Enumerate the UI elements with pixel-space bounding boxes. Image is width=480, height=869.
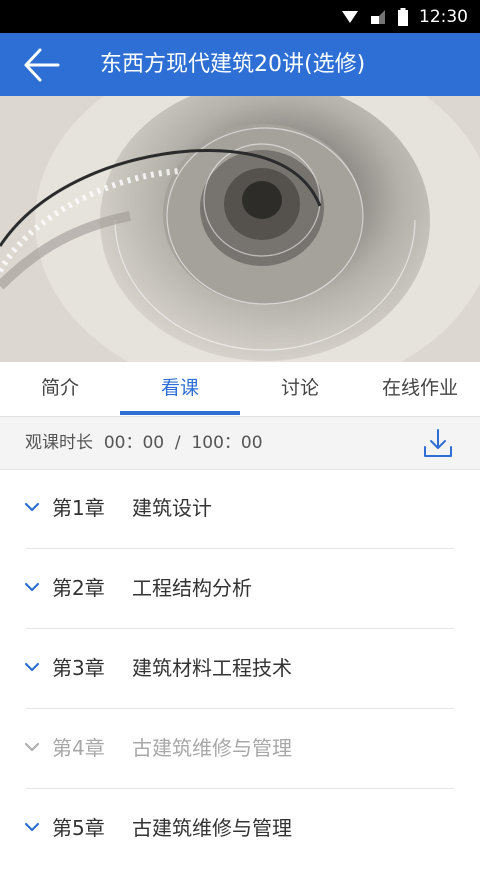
chevron-down-icon xyxy=(24,662,40,672)
page-title: 东西方现代建筑20讲(选修) xyxy=(100,52,366,77)
chapter-item-3[interactable]: 第3章 建筑材料工程技术 xyxy=(0,629,480,709)
duration-total: 100：00 xyxy=(191,433,263,453)
chapter-title: 古建筑维修与管理 xyxy=(132,816,292,840)
status-bar: 12:30 xyxy=(0,0,480,33)
chapter-title: 建筑材料工程技术 xyxy=(132,656,292,680)
tab-intro[interactable]: 简介 xyxy=(0,362,120,416)
wifi-icon xyxy=(342,10,358,23)
watch-duration-bar: 观课时长 00：00 / 100：00 xyxy=(0,417,480,470)
tab-watch[interactable]: 看课 xyxy=(120,362,240,416)
chapter-number: 第3章 xyxy=(52,656,105,680)
duration-separator: / xyxy=(174,433,181,453)
chevron-down-icon xyxy=(24,582,40,592)
app-bar: 东西方现代建筑20讲(选修) xyxy=(0,33,480,96)
back-arrow-icon xyxy=(24,48,60,82)
duration-watched: 00：00 xyxy=(103,433,165,453)
signal-icon xyxy=(371,9,385,24)
course-cover-image xyxy=(0,96,480,362)
back-button[interactable] xyxy=(22,46,62,84)
download-icon xyxy=(424,429,452,457)
tab-discussion[interactable]: 讨论 xyxy=(240,362,360,416)
chapter-number: 第5章 xyxy=(52,816,105,840)
status-time: 12:30 xyxy=(419,6,468,27)
chapter-item-4: 第4章 古建筑维修与管理 xyxy=(0,709,480,789)
chapter-title: 建筑设计 xyxy=(132,496,212,520)
watch-duration: 观课时长 00：00 / 100：00 xyxy=(25,417,263,469)
chapter-number: 第2章 xyxy=(52,576,105,600)
duration-label: 观课时长 xyxy=(25,433,93,453)
chapter-item-2[interactable]: 第2章 工程结构分析 xyxy=(0,549,480,629)
chapter-item-5[interactable]: 第5章 古建筑维修与管理 xyxy=(0,789,480,869)
chapter-title: 工程结构分析 xyxy=(132,576,252,600)
battery-icon xyxy=(398,7,408,26)
chapter-item-1[interactable]: 第1章 建筑设计 xyxy=(0,469,480,549)
chapter-title: 古建筑维修与管理 xyxy=(132,736,292,760)
chevron-down-icon xyxy=(24,502,40,512)
tab-homework[interactable]: 在线作业 xyxy=(360,362,480,416)
active-tab-indicator xyxy=(120,411,240,415)
chevron-down-icon xyxy=(24,742,40,752)
chapter-number: 第4章 xyxy=(52,736,105,760)
download-button[interactable] xyxy=(422,427,454,459)
chapter-number: 第1章 xyxy=(52,496,105,520)
course-tabs: 简介 看课 讨论 在线作业 xyxy=(0,362,480,417)
chevron-down-icon xyxy=(24,822,40,832)
